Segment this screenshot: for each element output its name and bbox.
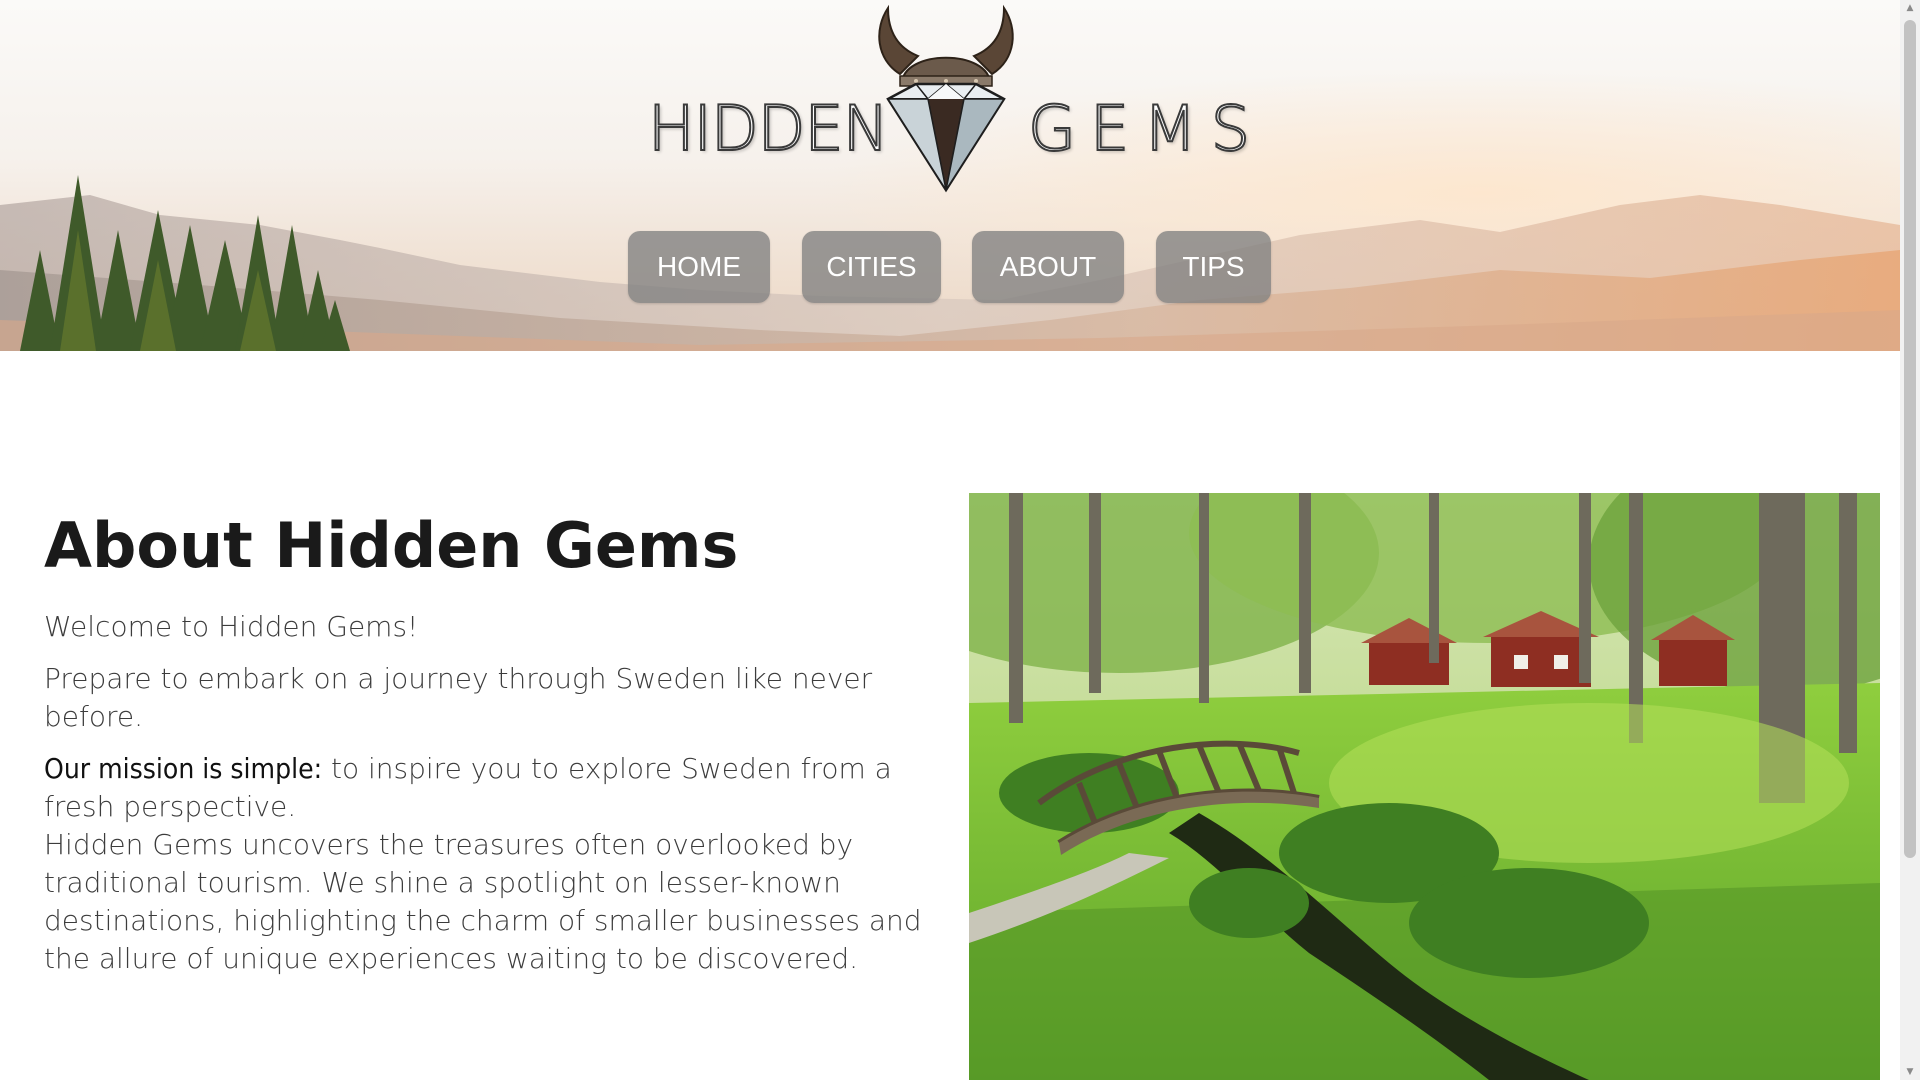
about-body-text: Hidden Gems uncovers the treasures often… — [44, 828, 922, 976]
page-title: About Hidden Gems — [44, 509, 739, 582]
journey-text: Prepare to embark on a journey through S… — [44, 662, 873, 734]
scroll-down-icon[interactable]: ▼ — [1900, 1064, 1920, 1080]
viking-diamond-icon — [878, 4, 1014, 193]
nav-tips-button[interactable]: TIPS — [1156, 231, 1271, 303]
site-logo[interactable]: HIDDEN GEMS — [0, 0, 1900, 195]
scrollbar-thumb[interactable] — [1904, 20, 1916, 858]
hero-header: HIDDEN GEMS HOME CITIES ABOUT TIPS — [0, 0, 1900, 351]
mission-lead: Our mission is simple: — [44, 752, 323, 786]
nav-cities-button[interactable]: CITIES — [802, 231, 941, 303]
scroll-up-icon[interactable]: ▲ — [1900, 0, 1920, 16]
nav-about-button[interactable]: ABOUT — [972, 231, 1124, 303]
logo-word-gems: GEMS — [1027, 92, 1265, 165]
logo-word-hidden: HIDDEN — [647, 92, 890, 165]
about-section: About Hidden Gems Welcome to Hidden Gems… — [44, 509, 924, 992]
vertical-scrollbar[interactable]: ▲ ▼ — [1900, 0, 1920, 1080]
forest-bridge-photo — [969, 493, 1880, 1080]
mission-paragraph: Our mission is simple: to inspire you to… — [44, 750, 924, 826]
welcome-text: Welcome to Hidden Gems! — [44, 610, 419, 644]
page: HIDDEN GEMS HOME CITIES ABOUT TIPS About… — [0, 0, 1900, 1080]
nav-home-button[interactable]: HOME — [628, 231, 770, 303]
main-nav: HOME CITIES ABOUT TIPS — [0, 231, 1900, 303]
